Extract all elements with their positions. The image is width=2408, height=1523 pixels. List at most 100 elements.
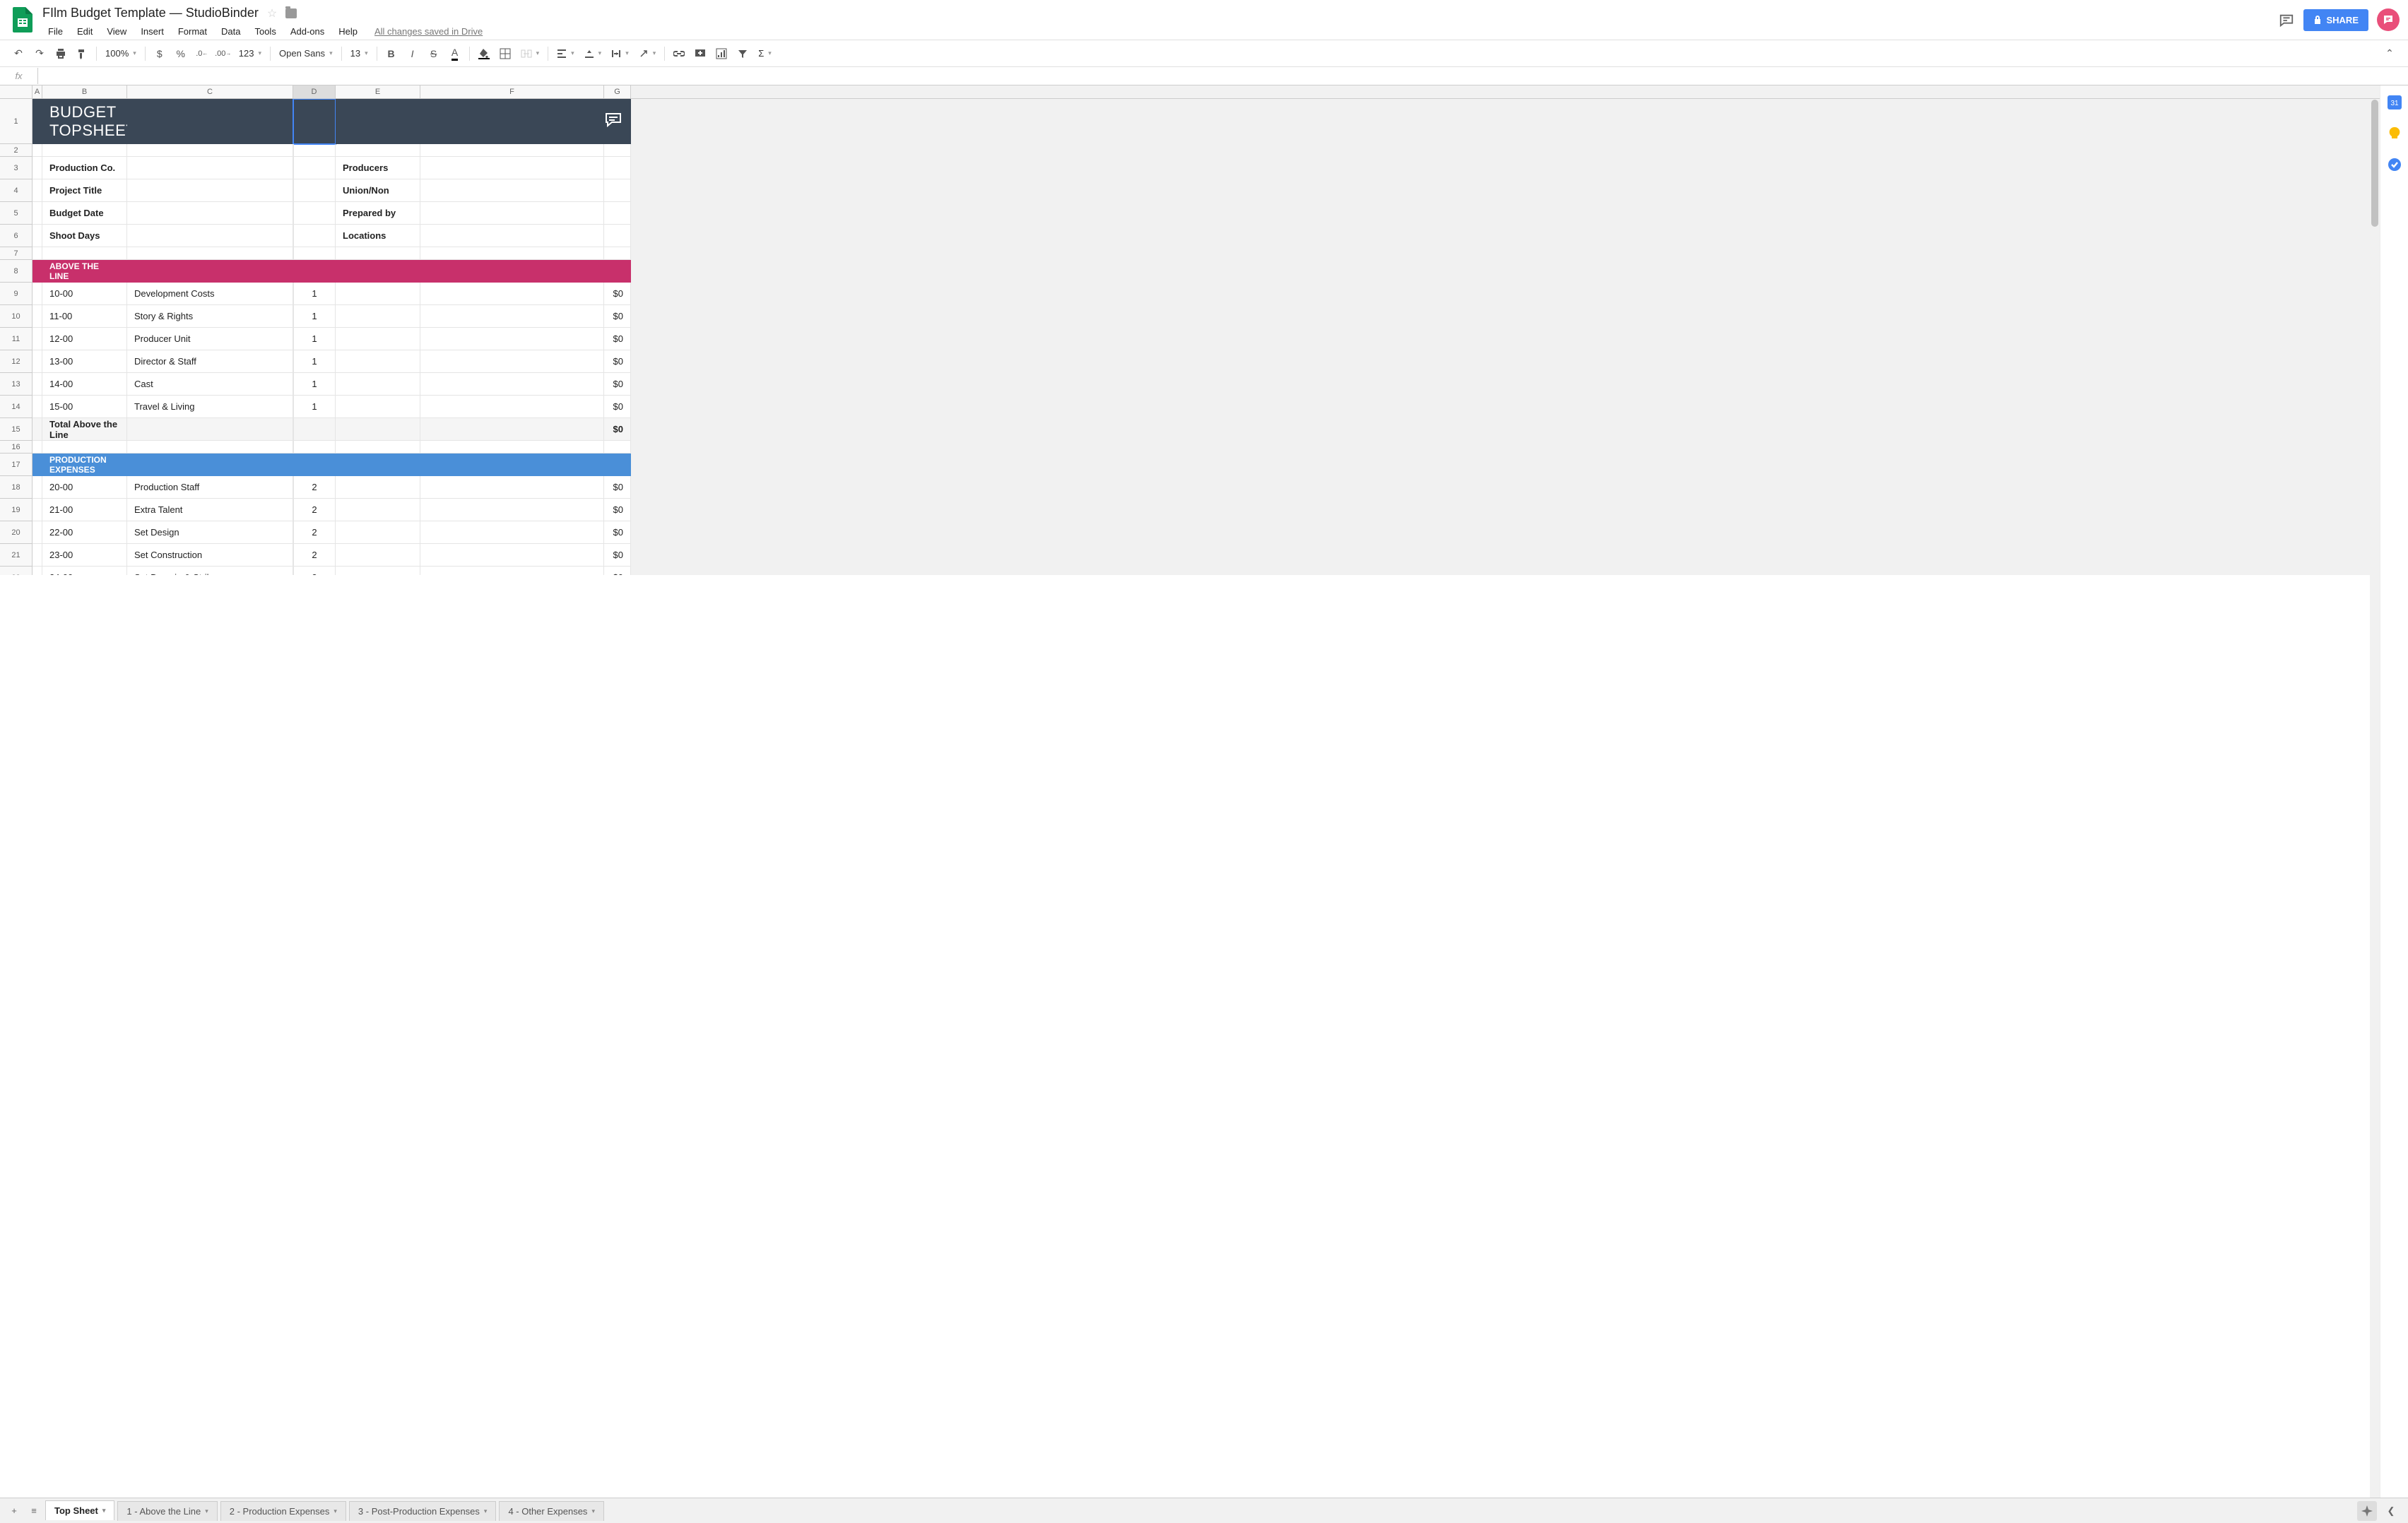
- cell-C4[interactable]: [127, 179, 293, 202]
- chart-icon[interactable]: [712, 44, 731, 64]
- wrap-icon[interactable]: ▾: [607, 46, 633, 61]
- cell-B2[interactable]: [42, 144, 127, 157]
- vertical-scrollbar[interactable]: [2370, 100, 2380, 1498]
- cell-B3[interactable]: Production Co.: [42, 157, 127, 179]
- cell-E19[interactable]: [336, 499, 420, 521]
- row-header-12[interactable]: 12: [0, 350, 33, 373]
- cell-A20[interactable]: [33, 521, 42, 544]
- cell-G8[interactable]: [604, 260, 631, 283]
- cell-E10[interactable]: [336, 305, 420, 328]
- cell-G20[interactable]: $0: [604, 521, 631, 544]
- menu-tools[interactable]: Tools: [249, 23, 281, 40]
- cell-F16[interactable]: [420, 441, 604, 454]
- cell-E18[interactable]: [336, 476, 420, 499]
- cell-C17[interactable]: [127, 454, 293, 476]
- cell-F13[interactable]: [420, 373, 604, 396]
- cell-G19[interactable]: $0: [604, 499, 631, 521]
- cell-C12[interactable]: Director & Staff: [127, 350, 293, 373]
- cell-D3[interactable]: [293, 157, 336, 179]
- cell-D6[interactable]: [293, 225, 336, 247]
- menu-edit[interactable]: Edit: [71, 23, 98, 40]
- cell-E2[interactable]: [336, 144, 420, 157]
- calendar-icon[interactable]: 31: [2388, 95, 2402, 109]
- cell-C6[interactable]: [127, 225, 293, 247]
- cell-F15[interactable]: [420, 418, 604, 441]
- cell-G10[interactable]: $0: [604, 305, 631, 328]
- cell-F11[interactable]: [420, 328, 604, 350]
- cell-E17[interactable]: [336, 454, 420, 476]
- row-header-5[interactable]: 5: [0, 202, 33, 225]
- row-header-13[interactable]: 13: [0, 373, 33, 396]
- cell-F4[interactable]: [420, 179, 604, 202]
- cell-B18[interactable]: 20-00: [42, 476, 127, 499]
- cell-A18[interactable]: [33, 476, 42, 499]
- cell-B14[interactable]: 15-00: [42, 396, 127, 418]
- col-header-G[interactable]: G: [604, 85, 631, 98]
- row-header-16[interactable]: 16: [0, 441, 33, 454]
- cell-E12[interactable]: [336, 350, 420, 373]
- cell-C16[interactable]: [127, 441, 293, 454]
- cell-A16[interactable]: [33, 441, 42, 454]
- cell-E9[interactable]: [336, 283, 420, 305]
- row-header-19[interactable]: 19: [0, 499, 33, 521]
- cell-C1[interactable]: [127, 99, 293, 144]
- cell-B7[interactable]: [42, 247, 127, 260]
- cell-B17[interactable]: PRODUCTION EXPENSES: [42, 454, 127, 476]
- undo-icon[interactable]: ↶: [8, 44, 28, 64]
- cell-F10[interactable]: [420, 305, 604, 328]
- row-header-22[interactable]: 22: [0, 567, 33, 575]
- row-header-9[interactable]: 9: [0, 283, 33, 305]
- sheet-tab-3[interactable]: 3 - Post-Production Expenses▾: [349, 1501, 497, 1521]
- cell-C2[interactable]: [127, 144, 293, 157]
- cell-G4[interactable]: [604, 179, 631, 202]
- cell-E20[interactable]: [336, 521, 420, 544]
- cell-A19[interactable]: [33, 499, 42, 521]
- cell-D21[interactable]: 2: [293, 544, 336, 567]
- cell-C3[interactable]: [127, 157, 293, 179]
- cell-D10[interactable]: 1: [293, 305, 336, 328]
- cell-E21[interactable]: [336, 544, 420, 567]
- cell-D5[interactable]: [293, 202, 336, 225]
- menu-insert[interactable]: Insert: [135, 23, 170, 40]
- cell-G11[interactable]: $0: [604, 328, 631, 350]
- redo-icon[interactable]: ↷: [30, 44, 49, 64]
- row-header-2[interactable]: 2: [0, 144, 33, 157]
- cell-F14[interactable]: [420, 396, 604, 418]
- cell-F22[interactable]: [420, 567, 604, 575]
- side-panel-toggle-icon[interactable]: ❮: [2380, 1505, 2402, 1517]
- increase-decimal-icon[interactable]: .00→: [213, 44, 233, 64]
- row-header-3[interactable]: 3: [0, 157, 33, 179]
- cell-A10[interactable]: [33, 305, 42, 328]
- sheet-tab-2[interactable]: 2 - Production Expenses▾: [220, 1501, 346, 1521]
- cell-F6[interactable]: [420, 225, 604, 247]
- cell-D12[interactable]: 1: [293, 350, 336, 373]
- cell-A5[interactable]: [33, 202, 42, 225]
- cell-E8[interactable]: [336, 260, 420, 283]
- merge-cells-icon[interactable]: ▾: [517, 45, 544, 62]
- text-color-icon[interactable]: A: [445, 44, 465, 64]
- v-align-icon[interactable]: ▾: [580, 46, 606, 61]
- menu-addons[interactable]: Add-ons: [285, 23, 330, 40]
- cell-E14[interactable]: [336, 396, 420, 418]
- cell-E7[interactable]: [336, 247, 420, 260]
- cell-C14[interactable]: Travel & Living: [127, 396, 293, 418]
- cell-G14[interactable]: $0: [604, 396, 631, 418]
- cell-D22[interactable]: 2: [293, 567, 336, 575]
- cell-F3[interactable]: [420, 157, 604, 179]
- cell-A6[interactable]: [33, 225, 42, 247]
- explore-icon[interactable]: [2357, 1501, 2377, 1521]
- col-header-F[interactable]: F: [420, 85, 604, 98]
- cell-F12[interactable]: [420, 350, 604, 373]
- share-button[interactable]: SHARE: [2303, 9, 2368, 31]
- star-icon[interactable]: ☆: [267, 6, 277, 20]
- cell-G13[interactable]: $0: [604, 373, 631, 396]
- cell-C21[interactable]: Set Construction: [127, 544, 293, 567]
- cell-F8[interactable]: [420, 260, 604, 283]
- col-header-B[interactable]: B: [42, 85, 127, 98]
- cell-B12[interactable]: 13-00: [42, 350, 127, 373]
- cell-F5[interactable]: [420, 202, 604, 225]
- cell-B4[interactable]: Project Title: [42, 179, 127, 202]
- cell-F2[interactable]: [420, 144, 604, 157]
- cell-G3[interactable]: [604, 157, 631, 179]
- cell-A15[interactable]: [33, 418, 42, 441]
